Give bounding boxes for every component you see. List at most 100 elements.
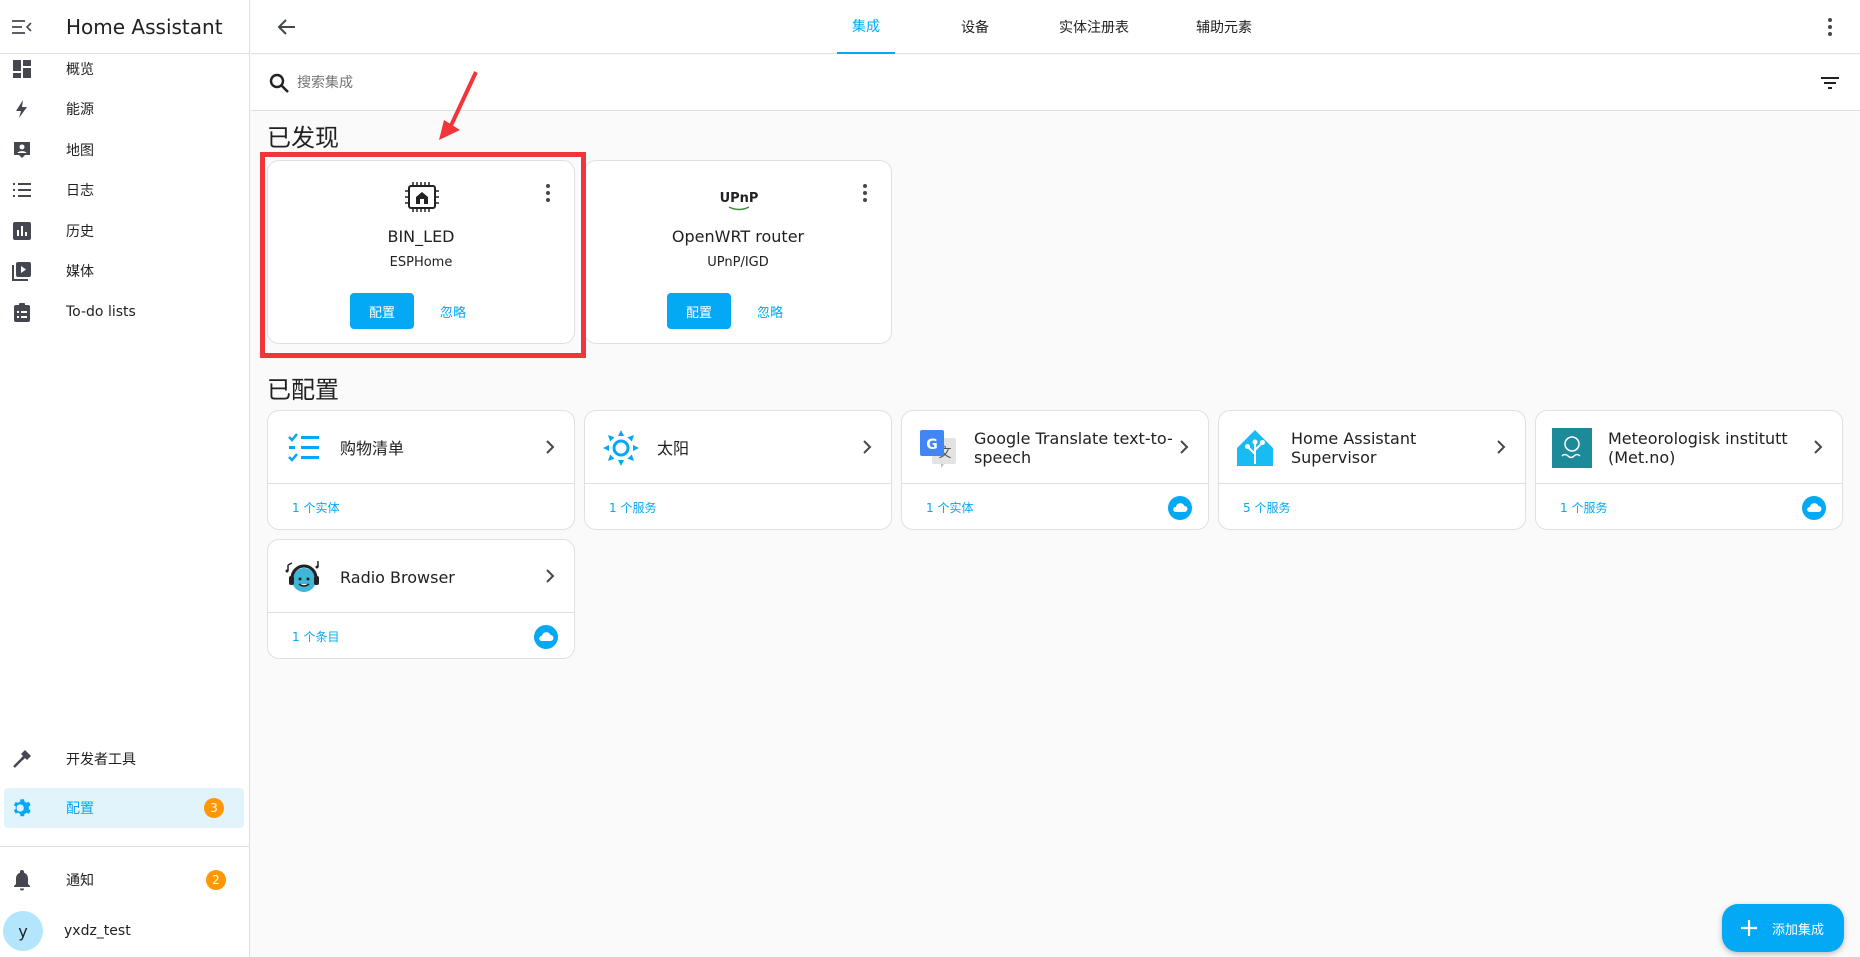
sidebar-item-map[interactable]: 地图 (0, 130, 250, 170)
sidebar-item-label: 媒体 (66, 264, 94, 280)
discovered-name: OpenWRT router (671, 227, 805, 246)
sidebar-item-label: 概览 (66, 62, 94, 78)
tab-integrations[interactable]: 集成 (837, 0, 895, 54)
chevron-right-icon (540, 437, 560, 457)
search-input[interactable] (297, 69, 897, 97)
more-vert-icon[interactable] (861, 183, 869, 203)
met-no-icon (1552, 428, 1592, 468)
sidebar-item-config[interactable]: 配置 3 (4, 788, 244, 828)
chevron-right-icon (1808, 437, 1828, 457)
filter-icon[interactable] (1818, 71, 1842, 95)
svg-text:G: G (926, 437, 938, 453)
cloud-icon (534, 625, 558, 649)
hammer-icon (10, 747, 34, 771)
card-divider (1219, 483, 1525, 484)
gear-icon (10, 796, 34, 820)
upnp-logo-icon: UPnP (719, 177, 759, 217)
tab-helpers[interactable]: 辅助元素 (1181, 0, 1267, 54)
clipboard-list-icon (10, 300, 34, 324)
ignore-button[interactable]: 忽略 (745, 293, 795, 329)
sidebar-item-label: 开发者工具 (66, 752, 136, 768)
integration-card-sun[interactable]: 太阳 1 个服务 (584, 410, 892, 530)
config-badge: 3 (204, 798, 224, 818)
sidebar-item-label: 配置 (66, 801, 94, 817)
top-bar: 集成 设备 实体注册表 辅助元素 (251, 0, 1860, 54)
highlight-box (260, 152, 586, 358)
menu-toggle-icon[interactable] (0, 0, 44, 54)
sidebar-item-history[interactable]: 历史 (0, 211, 250, 251)
lightning-icon (10, 97, 34, 121)
more-vert-icon[interactable] (1818, 15, 1842, 39)
integration-footer-link[interactable]: 1 个实体 (926, 499, 973, 516)
home-assistant-icon (1235, 428, 1275, 468)
section-title-configured: 已配置 (267, 376, 339, 404)
chevron-right-icon (857, 437, 877, 457)
radio-browser-icon (284, 557, 324, 597)
map-account-icon (10, 138, 34, 162)
integration-name: Google Translate text-to-speech (974, 429, 1173, 467)
chevron-right-icon (1174, 437, 1194, 457)
chart-box-icon (10, 219, 34, 243)
integration-card-shopping-list[interactable]: 购物清单 1 个实体 (267, 410, 575, 530)
tab-devices[interactable]: 设备 (949, 0, 1001, 54)
sidebar: Home Assistant 概览 能源 地图 日志 历史 媒体 To-do l… (0, 0, 250, 957)
integration-card-supervisor[interactable]: Home Assistant Supervisor 5 个服务 (1218, 410, 1526, 530)
integration-name: 太阳 (657, 438, 690, 458)
section-title-discovered: 已发现 (267, 124, 339, 152)
sidebar-item-developer-tools[interactable]: 开发者工具 (0, 739, 250, 779)
integration-name: 购物清单 (340, 438, 405, 458)
back-arrow-icon[interactable] (275, 15, 299, 39)
chevron-right-icon (540, 566, 560, 586)
sidebar-divider (0, 846, 250, 847)
sidebar-item-overview[interactable]: 概览 (0, 49, 250, 89)
sidebar-item-label: 地图 (66, 143, 94, 159)
sidebar-item-label: 历史 (66, 224, 94, 240)
sidebar-item-label: 日志 (66, 183, 94, 199)
sidebar-item-media[interactable]: 媒体 (0, 251, 250, 291)
add-integration-label: 添加集成 (1772, 922, 1825, 938)
integration-card-google-translate[interactable]: 文G Google Translate text-to-speech 1 个实体 (901, 410, 1209, 530)
integration-name: Meteorologisk institutt (Met.no) (1608, 429, 1788, 467)
integration-card-radio-browser[interactable]: Radio Browser 1 个条目 (267, 539, 575, 659)
notifications-badge: 2 (206, 870, 226, 890)
shopping-list-icon (284, 428, 324, 468)
sidebar-item-notifications[interactable]: 通知 2 (0, 860, 250, 900)
discovered-subtitle: UPnP/IGD (707, 255, 769, 270)
card-divider (1536, 483, 1842, 484)
card-divider (585, 483, 891, 484)
play-box-icon (10, 259, 34, 283)
integration-name: Radio Browser (340, 567, 455, 587)
integration-footer-link[interactable]: 1 个条目 (292, 628, 339, 645)
cloud-icon (1168, 496, 1192, 520)
plus-icon (1738, 917, 1760, 939)
sidebar-item-user[interactable]: y yxdz_test (0, 908, 250, 954)
integration-card-met-no[interactable]: Meteorologisk institutt (Met.no) 1 个服务 (1535, 410, 1843, 530)
tab-entities[interactable]: 实体注册表 (1046, 0, 1142, 54)
integration-footer-link[interactable]: 1 个服务 (609, 499, 656, 516)
avatar: y (3, 911, 43, 951)
integration-footer-link[interactable]: 1 个实体 (292, 499, 339, 516)
card-divider (902, 483, 1208, 484)
sidebar-item-logbook[interactable]: 日志 (0, 170, 250, 210)
card-divider (268, 483, 574, 484)
google-translate-icon: 文G (918, 428, 958, 468)
integration-footer-link[interactable]: 5 个服务 (1243, 499, 1290, 516)
sidebar-item-todo[interactable]: To-do lists (0, 292, 250, 332)
dashboard-icon (10, 57, 34, 81)
sidebar-header: Home Assistant (0, 0, 249, 54)
integration-footer-link[interactable]: 1 个服务 (1560, 499, 1607, 516)
sidebar-item-label: 能源 (66, 102, 94, 118)
annotation-arrow-icon (439, 71, 478, 140)
add-integration-button[interactable]: 添加集成 (1722, 904, 1844, 952)
upnp-logo-text: UPnP (720, 191, 759, 206)
card-divider (268, 612, 574, 613)
integration-name: Home Assistant Supervisor (1291, 429, 1417, 467)
sun-icon (601, 428, 641, 468)
sidebar-item-label: 通知 (66, 873, 94, 889)
cloud-icon (1802, 496, 1826, 520)
configure-button[interactable]: 配置 (667, 293, 731, 329)
sidebar-item-label: To-do lists (66, 304, 136, 320)
user-name: yxdz_test (64, 923, 131, 939)
app-title: Home Assistant (66, 14, 223, 39)
sidebar-item-energy[interactable]: 能源 (0, 89, 250, 129)
